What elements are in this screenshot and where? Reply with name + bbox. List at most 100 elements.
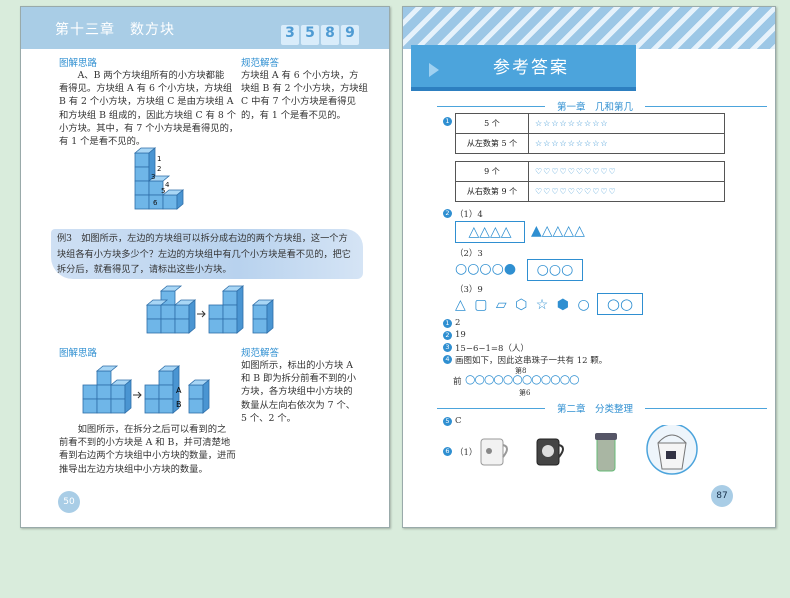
- circle-group: ○○○: [527, 259, 583, 281]
- chapter-title: 第十三章 数方块: [55, 22, 175, 38]
- bead-row: ○○○○○○○○○○○○: [465, 372, 580, 386]
- text-line: 如图所示，标出的小方块 A: [241, 360, 353, 371]
- analysis-text-bottom: 如图所示，在拆分之后可以看到的之 前看不到的小方块是 A 和 B，并可清楚地 看…: [59, 423, 249, 476]
- q2-part2: （2）3: [455, 249, 483, 259]
- q4-answer: 19: [455, 330, 466, 340]
- question-bullet: 1: [443, 117, 452, 126]
- q3-answer: 2: [455, 318, 461, 328]
- cube-mark-b: B: [176, 400, 182, 409]
- text-line: 拆分后，就看得见了，请标出这些小方块。: [57, 264, 232, 275]
- split-figure-top: [145, 285, 275, 334]
- circle-row: ○○○○●: [455, 261, 517, 277]
- question-bullet: 6: [443, 447, 452, 456]
- example-text: 例3 如图所示，左边的方块组可以拆分成右边的两个方块组，这一个方 块组各有小方块…: [57, 231, 369, 278]
- answer-label-top: 规范解答: [241, 58, 280, 69]
- text-line: 块组 B 有 2 个小方块，方块组: [241, 83, 368, 95]
- cube-mark-a: A: [176, 386, 182, 395]
- q2-part3: （3）9: [455, 285, 483, 295]
- mixed-shapes-row: △ ▢ ▱ ⬡ ☆ ⬢ ○: [455, 297, 592, 313]
- answer-label-bottom: 规范解答: [241, 348, 280, 359]
- question-bullet: 2: [443, 331, 452, 340]
- question-bullet: 5: [443, 417, 452, 426]
- chapter-one-heading: 第一章 几和第几: [437, 99, 767, 113]
- table-row: 5 个 ☆☆☆☆☆☆☆☆☆: [455, 113, 725, 134]
- page-number-right: 87: [711, 485, 733, 507]
- right-page: 参考答案 第一章 几和第几 1 5 个 ☆☆☆☆☆☆☆☆☆ 从左数第 5 个 ☆☆☆…: [402, 6, 776, 528]
- chapter-two-heading: 第二章 分类整理: [437, 401, 767, 415]
- cube-label: 1: [157, 155, 161, 163]
- text-line: 例3 如图所示，左边的方块组可以拆分成右边的两个方块组，这一个方: [57, 233, 348, 244]
- right-header: [403, 7, 775, 49]
- table-row: [456, 154, 725, 162]
- deco-digit: 5: [301, 25, 319, 45]
- bottle-icon: [595, 433, 617, 472]
- cube-label: 2: [157, 165, 161, 173]
- text-line: 看到右边两个方块组中小方块的数量，进而: [59, 450, 236, 462]
- text-line: 看得见。方块组 A 有 6 个小方块，方块组: [59, 83, 233, 95]
- text-line: 方块组 A 有 6 个小方块，方: [241, 70, 359, 81]
- q5-answer: 15−6−1=8（人）: [455, 344, 529, 354]
- text-line: 方块，各方块组中小方块的: [241, 386, 353, 398]
- question-bullet: 3: [443, 343, 452, 352]
- text-line: 推导出左边方块组中小方块的数量。: [59, 463, 208, 475]
- shape-cell: ♡♡♡♡♡♡♡♡♡♡: [528, 161, 725, 182]
- analysis-label-top: 图解思路: [59, 58, 98, 69]
- banner-arrow-icon: [429, 63, 439, 77]
- text-line: 块组各有小方块多少个？左边的方块组中有几个小方块是看不见的，把它: [57, 248, 351, 260]
- banner-title: 参考答案: [493, 58, 569, 78]
- item-images: [480, 425, 698, 475]
- text-line: 前看不到的小方块是 A 和 B，并可清楚地: [59, 437, 231, 449]
- table-cell: 从右数第 9 个: [455, 181, 529, 202]
- bead-front-label: 前: [453, 377, 462, 387]
- left-header: 第十三章 数方块 3589: [21, 7, 389, 49]
- shape-cell: ☆☆☆☆☆☆☆☆☆: [528, 133, 725, 154]
- answers-banner: 参考答案: [411, 45, 636, 91]
- q2-part1: （1）4: [455, 210, 483, 220]
- cube-label: 4: [165, 181, 170, 189]
- bead-label-bottom: 第6: [519, 389, 531, 397]
- analysis-text-top: A、B 两个方块组所有的小方块都能 看得见。方块组 A 有 6 个小方块，方块组…: [59, 69, 239, 148]
- cube-label: 3: [151, 173, 155, 181]
- text-line: 5 个、2 个。: [241, 412, 296, 424]
- page-number-left: 50: [58, 491, 80, 513]
- left-page: 第十三章 数方块 3589 图解思路 A、B 两个方块组所有的小方块都能 看得见…: [20, 6, 390, 528]
- chapter-number-decoration: 3589: [279, 25, 359, 45]
- text-line: 数量从左向右依次为 7 个、: [241, 399, 356, 411]
- spacer: [456, 154, 725, 162]
- mug-icon: [480, 438, 508, 466]
- deco-digit: 9: [341, 25, 359, 45]
- text-line: 如图所示，在拆分之后可以看到的之: [59, 424, 227, 435]
- split-figure-bottom: A B: [82, 365, 211, 414]
- question-bullet: 1: [443, 319, 452, 328]
- decorated-cup-icon: [536, 438, 564, 466]
- table-row: 从左数第 5 个 ☆☆☆☆☆☆☆☆☆: [455, 133, 725, 154]
- answer-text-bottom: 如图所示，标出的小方块 A 和 B 即为拆分前看不到的小 方块，各方块组中小方块…: [241, 359, 381, 425]
- bucket-icon: [646, 425, 698, 475]
- table-cell: 9 个: [455, 161, 529, 182]
- text-line: 小方块。其中，有 7 个小方块是看得见的，: [59, 122, 239, 134]
- shape-cell: ☆☆☆☆☆☆☆☆☆: [528, 113, 725, 134]
- circle-group-two: ○○: [597, 293, 643, 315]
- chapter-two-title: 第二章 分类整理: [545, 401, 646, 415]
- cube-stack-figure: 1 2 3 4 5 6: [133, 147, 185, 210]
- table-row: 从右数第 9 个 ♡♡♡♡♡♡♡♡♡♡: [455, 181, 725, 202]
- q7-answer: C: [455, 416, 462, 426]
- analysis-label-bottom: 图解思路: [59, 348, 98, 359]
- table-row: 9 个 ♡♡♡♡♡♡♡♡♡♡: [455, 161, 725, 182]
- text-line: 和方块组 B 组成的，因此方块组 C 有 8 个: [59, 109, 237, 121]
- triangle-group: △△△△: [455, 221, 525, 243]
- table-cell: 从左数第 5 个: [455, 133, 529, 154]
- text-line: B 有 2 个小方块，方块组 C 是由方块组 A: [59, 96, 234, 108]
- answer-text-top: 方块组 A 有 6 个小方块，方 块组 B 有 2 个小方块，方块组 C 中有 …: [241, 69, 381, 122]
- question-bullet: 4: [443, 355, 452, 364]
- chapter-one-title: 第一章 几和第几: [545, 99, 646, 113]
- answer-table: 5 个 ☆☆☆☆☆☆☆☆☆ 从左数第 5 个 ☆☆☆☆☆☆☆☆☆ 9 个 ♡♡♡♡♡♡…: [455, 113, 725, 202]
- text-line: A、B 两个方块组所有的小方块都能: [59, 70, 225, 81]
- table-cell: 5 个: [455, 113, 529, 134]
- q6-answer: 画图如下，因此这串珠子一共有 12 颗。: [455, 356, 608, 366]
- deco-digit: 8: [321, 25, 339, 45]
- text-line: C 中有 7 个小方块是看得见: [241, 96, 356, 108]
- question-bullet: 2: [443, 209, 452, 218]
- shape-cell: ♡♡♡♡♡♡♡♡♡♡: [528, 181, 725, 202]
- cube-label: 6: [153, 199, 158, 207]
